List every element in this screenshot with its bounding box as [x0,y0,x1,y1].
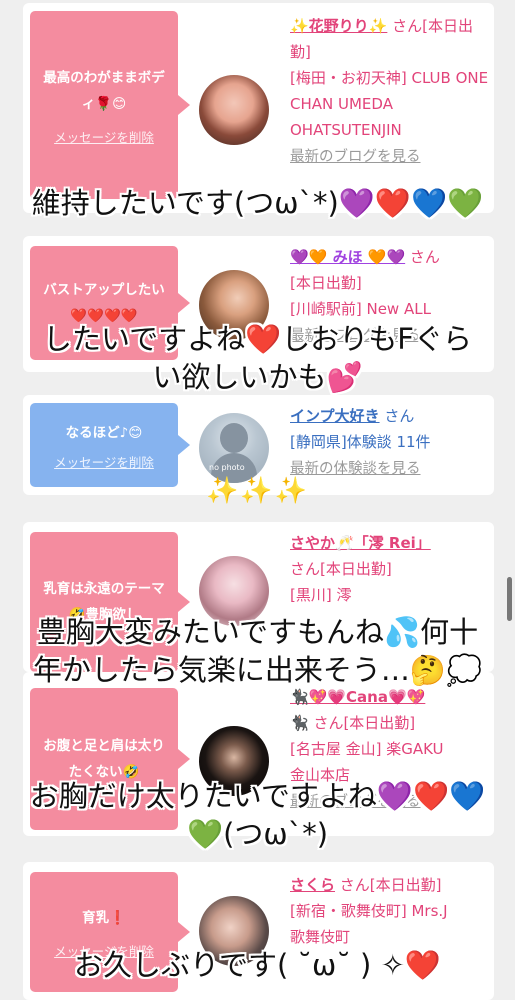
user-status: さん [379,407,415,425]
shop-info[interactable]: [梅田・お初天神] CLUB ONE CHAN UMEDA OHATSUTENJ… [290,69,488,139]
message-feed: 最高のわがままボディ🌹😊 メッセージを削除 ✨花野りり✨ さん[本日出勤] [梅… [0,0,515,1000]
overlay-caption: 年かしたら気楽に出来そう…🤔💭 [32,653,483,687]
user-name-link[interactable]: インプ大好き [290,407,380,425]
user-name-link[interactable]: さくら [290,876,335,894]
shop-info[interactable]: [黒川] 澪 [290,586,351,604]
message-bubble: 最高のわがままボディ🌹😊 メッセージを削除 [30,11,190,199]
user-status: さん [405,248,440,266]
user-status: さん[本日出勤] [335,876,442,894]
silhouette-icon [220,423,248,453]
shop-branch[interactable]: 歌舞伎町 [290,928,350,946]
report-count[interactable]: [静岡県]体験談 11件 [290,433,431,451]
overlay-caption: い欲しいかも💕 [152,360,363,394]
overlay-caption: 💚(つω`*) [186,817,329,851]
shift-status: [本日出勤] [290,274,362,292]
overlay-caption: 維持したいです(つω`*)💜❤️💙💚 [31,186,484,220]
latest-report-link[interactable]: 最新の体験談を見る [290,461,421,477]
user-status: さん[本日出勤] [290,560,392,578]
user-name-link[interactable]: 💜🧡 みほ 🧡💜 [290,248,405,266]
user-name-link[interactable]: 🐈‍⬛💖💗Cana💗💖 [290,688,425,706]
overlay-caption: 豊胸大変みたいですもんね💦何十 [36,615,479,649]
no-photo-label: no photo [209,463,245,472]
message-bubble: なるほど♪😊 メッセージを削除 [30,403,190,487]
overlay-caption: お久しぶりです( ˘ω˘ ) ✧❤️ [74,948,441,982]
message-text: 最高のわがままボディ🌹😊 [43,69,165,112]
user-name-link[interactable]: ✨花野りり✨ [290,17,387,35]
message-text: 育乳❗️ [82,909,126,926]
shop-info[interactable]: [名古屋 金山] 楽GAKU [290,740,444,758]
shop-info[interactable]: [川崎駅前] New ALL [290,300,431,318]
delete-message-link[interactable]: メッセージを削除 [54,127,154,146]
overlay-caption: お胸だけ太りたいですよね💜❤️💙 [29,779,486,813]
user-name-link[interactable]: さやか🥂「澪 Rei」 [290,534,431,552]
sparkles-decoration: ✨✨✨ [206,476,310,506]
user-status: 🐈‍⬛ さん[本日出勤] [290,714,416,732]
message-text: なるほど♪😊 [65,424,143,441]
message-card: 最高のわがままボディ🌹😊 メッセージを削除 ✨花野りり✨ さん[本日出勤] [梅… [23,3,494,213]
avatar[interactable] [199,75,269,145]
overlay-caption: したいですよね❤️しおりもFぐら [43,322,472,356]
delete-message-link[interactable]: メッセージを削除 [54,452,154,471]
avatar[interactable]: no photo [199,413,269,483]
latest-blog-link[interactable]: 最新のブログを見る [290,149,421,165]
shop-info[interactable]: [新宿・歌舞伎町] Mrs.J [290,902,448,920]
